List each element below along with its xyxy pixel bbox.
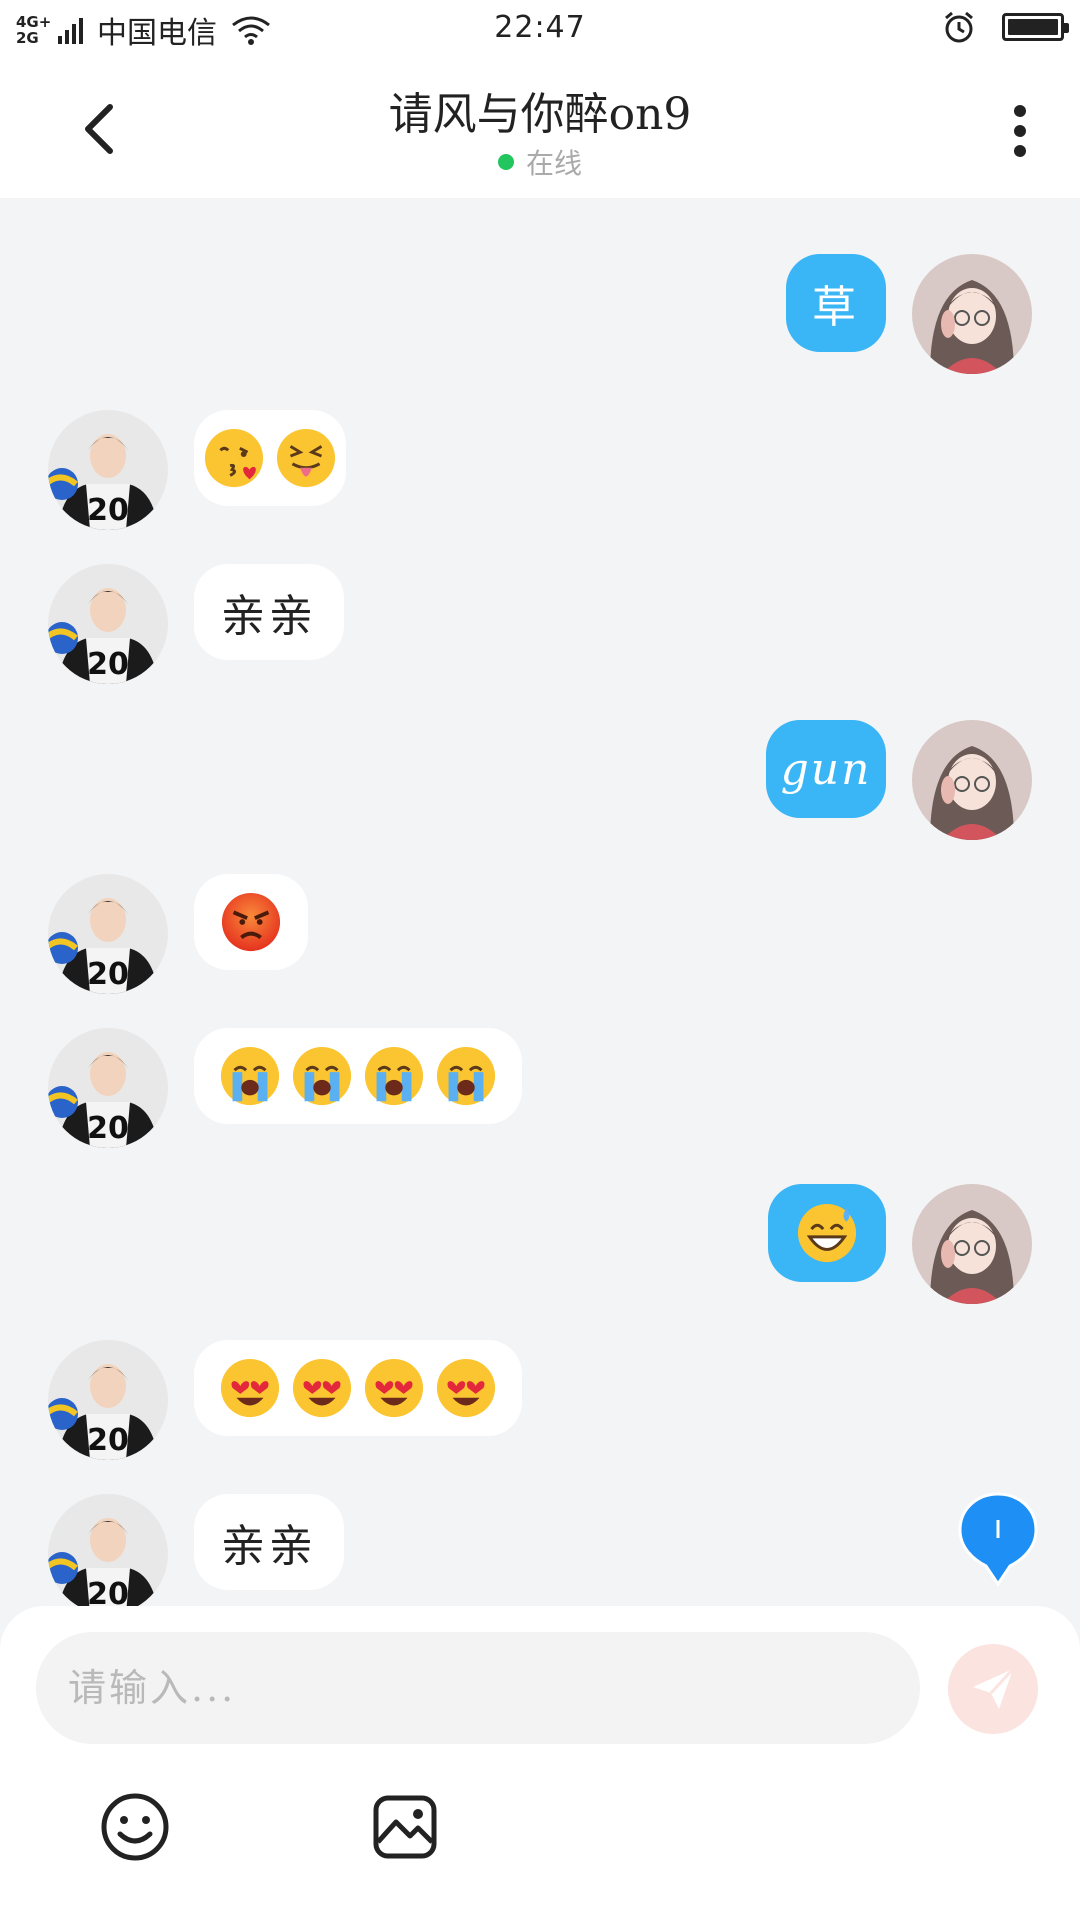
- svg-text:20: 20: [87, 1111, 129, 1146]
- kissing-heart-emoji-icon: [204, 428, 264, 488]
- send-button[interactable]: [948, 1644, 1038, 1734]
- battery-fill: [1008, 19, 1058, 35]
- avatar[interactable]: 20: [48, 1494, 168, 1606]
- avatar-boy-image: 20: [48, 1494, 168, 1606]
- avatar-boy-image: 20: [48, 874, 168, 994]
- more-vertical-icon: [1014, 105, 1026, 157]
- svg-text:20: 20: [87, 1577, 129, 1606]
- message-bubble[interactable]: 亲亲: [194, 1494, 344, 1590]
- message-incoming: 20 亲亲: [48, 1494, 344, 1606]
- avatar[interactable]: 20: [48, 410, 168, 530]
- avatar-girl-image: [912, 254, 1032, 374]
- svg-text:20: 20: [87, 1423, 129, 1458]
- squinting-tongue-emoji-icon: [276, 428, 336, 488]
- online-status: 在线: [0, 142, 1080, 182]
- message-outgoing: 草: [786, 254, 1032, 374]
- loudly-crying-emoji-icon: [292, 1046, 352, 1106]
- grinning-sweat-emoji-icon: [797, 1203, 857, 1263]
- image-button[interactable]: [372, 1794, 438, 1860]
- emoji-button[interactable]: [100, 1792, 170, 1862]
- svg-text:20: 20: [87, 493, 129, 528]
- page-title: 请风与你醉on9: [388, 89, 692, 140]
- avatar[interactable]: 20: [48, 1340, 168, 1460]
- status-right: [942, 10, 1069, 44]
- battery-icon: [1002, 13, 1069, 41]
- message-incoming: 20: [48, 1028, 522, 1148]
- status-bar: 4G+ 2G 中国电信 22:47: [0, 0, 1080, 56]
- svg-text:20: 20: [87, 957, 129, 992]
- svg-text:20: 20: [87, 647, 129, 682]
- avatar-boy-image: 20: [48, 1340, 168, 1460]
- message-bubble[interactable]: 亲亲: [194, 564, 344, 660]
- indicator-line-icon: [996, 1520, 1000, 1538]
- heart-eyes-emoji-icon: [364, 1358, 424, 1418]
- message-bubble[interactable]: [768, 1184, 886, 1282]
- emoji-row: [203, 427, 337, 489]
- message-text: 亲亲: [221, 1521, 317, 1572]
- chat-header: 请风与你醉on9 在线: [0, 56, 1080, 198]
- status-time: 22:47: [494, 10, 586, 45]
- message-input[interactable]: [36, 1632, 920, 1744]
- message-bubble[interactable]: 草: [786, 254, 886, 352]
- message-text: gun: [780, 743, 872, 795]
- loudly-crying-emoji-icon: [220, 1046, 280, 1106]
- heart-eyes-emoji-icon: [220, 1358, 280, 1418]
- scroll-to-bottom-button[interactable]: [956, 1490, 1040, 1590]
- alarm-icon: [945, 11, 973, 43]
- message-bubble[interactable]: gun: [766, 720, 886, 818]
- avatar[interactable]: [912, 254, 1032, 374]
- message-bubble[interactable]: [194, 1028, 522, 1124]
- message-outgoing: [768, 1184, 1032, 1304]
- online-dot-icon: [497, 154, 514, 170]
- heart-eyes-emoji-icon: [436, 1358, 496, 1418]
- image-icon: [373, 1795, 437, 1859]
- avatar[interactable]: 20: [48, 1028, 168, 1148]
- message-bubble[interactable]: [194, 410, 346, 506]
- emoji-row: [219, 1045, 497, 1107]
- loudly-crying-emoji-icon: [364, 1046, 424, 1106]
- paper-plane-icon: [973, 1667, 1015, 1709]
- message-incoming: 20 亲亲: [48, 564, 344, 684]
- message-bubble[interactable]: [194, 1340, 522, 1436]
- message-incoming: 20: [48, 874, 308, 994]
- loudly-crying-emoji-icon: [436, 1046, 496, 1106]
- avatar-boy-image: 20: [48, 564, 168, 684]
- avatar[interactable]: 20: [48, 564, 168, 684]
- avatar-girl-image: [912, 720, 1032, 840]
- avatar-girl-image: [912, 1184, 1032, 1304]
- input-panel: [0, 1606, 1080, 1920]
- heart-eyes-emoji-icon: [292, 1358, 352, 1418]
- message-text: 草: [812, 282, 860, 333]
- more-button[interactable]: [990, 96, 1050, 166]
- chat-list[interactable]: 草 20 20 亲亲 gun 20 20 20 20 亲亲: [0, 198, 1080, 1606]
- avatar[interactable]: [912, 1184, 1032, 1304]
- message-incoming: 20: [48, 410, 346, 530]
- avatar-boy-image: 20: [48, 1028, 168, 1148]
- message-outgoing: gun: [766, 720, 1032, 840]
- online-status-label: 在线: [525, 147, 582, 180]
- emoji-row: [219, 1357, 497, 1419]
- avatar[interactable]: [912, 720, 1032, 840]
- message-text: 亲亲: [221, 591, 317, 642]
- avatar[interactable]: 20: [48, 874, 168, 994]
- message-incoming: 20: [48, 1340, 522, 1460]
- smiley-icon: [101, 1793, 169, 1861]
- angry-emoji-icon: [221, 892, 281, 952]
- avatar-boy-image: 20: [48, 410, 168, 530]
- message-bubble[interactable]: [194, 874, 308, 970]
